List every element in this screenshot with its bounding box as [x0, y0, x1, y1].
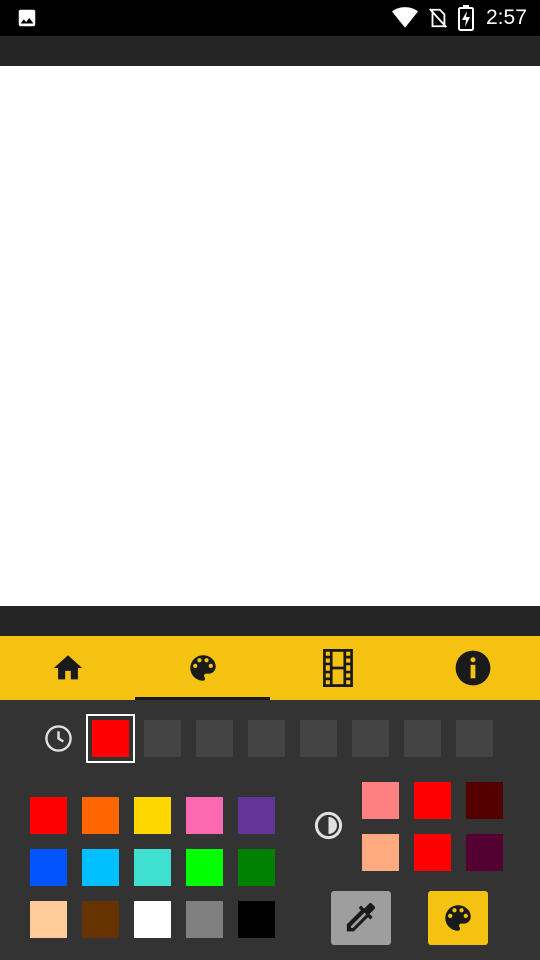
divider-strip [0, 606, 540, 636]
palette-icon [445, 905, 471, 931]
info-icon [455, 650, 490, 686]
drawing-canvas[interactable] [0, 66, 540, 606]
no-sim-icon [429, 8, 447, 28]
shade-color-swatch[interactable] [414, 834, 451, 871]
shade-color-swatch[interactable] [362, 834, 399, 871]
recent-color-empty-slot[interactable] [352, 720, 389, 757]
battery-charging-icon [458, 5, 474, 31]
palette-color-swatch[interactable] [186, 901, 223, 938]
tab-home[interactable] [0, 636, 135, 700]
tab-animation[interactable] [270, 636, 405, 700]
shade-color-swatch[interactable] [466, 834, 503, 871]
history-icon [45, 725, 72, 752]
eyedropper-button[interactable] [331, 891, 391, 945]
palette-color-swatch[interactable] [30, 849, 67, 886]
recent-color-swatch[interactable] [86, 714, 135, 763]
recent-color-empty-slot[interactable] [196, 720, 233, 757]
palette-color-swatch[interactable] [186, 849, 223, 886]
palette-color-swatch[interactable] [238, 797, 275, 834]
palette-color-swatch[interactable] [186, 797, 223, 834]
palette-color-swatch[interactable] [238, 901, 275, 938]
status-bar: 2:57 [0, 0, 540, 36]
eyedropper-icon [346, 903, 376, 932]
palette-color-swatch[interactable] [30, 797, 67, 834]
tab-info[interactable] [405, 636, 540, 700]
tab-palette[interactable] [135, 636, 270, 700]
palette-color-swatch[interactable] [82, 797, 119, 834]
palette-color-swatch[interactable] [134, 849, 171, 886]
palette-color-swatch[interactable] [82, 849, 119, 886]
clock: 2:57 [486, 6, 527, 29]
toolbar-strip [0, 36, 540, 66]
tab-bar [0, 636, 540, 700]
wifi-icon [392, 7, 418, 28]
shade-color-swatch[interactable] [362, 782, 399, 819]
recent-color-empty-slot[interactable] [144, 720, 181, 757]
color-picker-button[interactable] [428, 891, 488, 945]
palette-color-swatch[interactable] [134, 901, 171, 938]
recent-color-empty-slot[interactable] [300, 720, 337, 757]
recent-color-empty-slot[interactable] [404, 720, 441, 757]
contrast-icon [314, 811, 343, 840]
film-icon [322, 649, 353, 687]
palette-color-swatch[interactable] [238, 849, 275, 886]
shade-color-swatch[interactable] [414, 782, 451, 819]
palette-color-swatch[interactable] [30, 901, 67, 938]
home-icon [53, 655, 82, 680]
shade-color-swatch[interactable] [466, 782, 503, 819]
recent-color-empty-slot[interactable] [456, 720, 493, 757]
image-icon [18, 9, 36, 27]
palette-icon [189, 655, 216, 681]
recent-color-empty-slot[interactable] [248, 720, 285, 757]
palette-color-swatch[interactable] [82, 901, 119, 938]
palette-color-swatch[interactable] [134, 797, 171, 834]
